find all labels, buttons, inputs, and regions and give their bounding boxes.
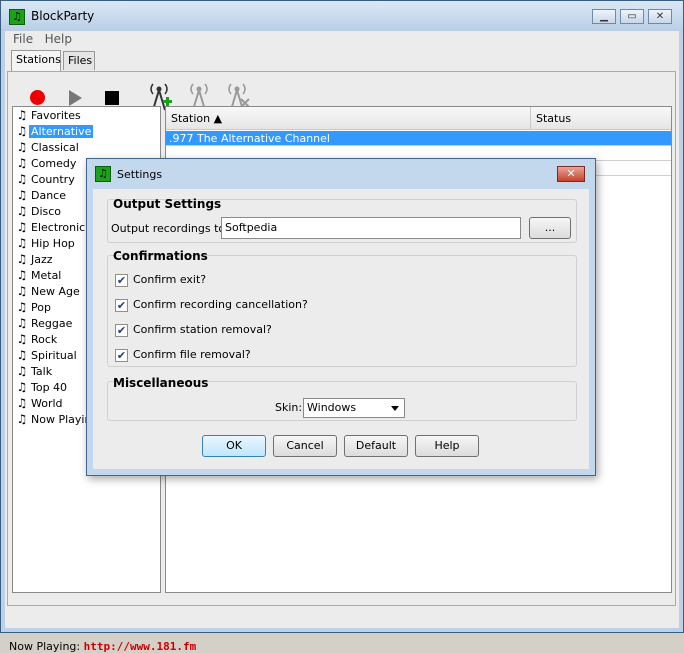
list-item[interactable]: ♫ Hip Hop (15, 235, 77, 251)
checkmark-icon: ✔ (115, 299, 128, 312)
dialog-body: Output Settings Output recordings to: So… (93, 189, 589, 469)
confirmations-heading: Confirmations (113, 249, 208, 263)
cancel-button[interactable]: Cancel (273, 435, 337, 457)
checkmark-icon: ✔ (115, 349, 128, 362)
output-path-input[interactable]: Softpedia (221, 217, 521, 239)
column-header-status[interactable]: Status (531, 107, 671, 130)
music-note-icon: ♫ (16, 204, 28, 218)
music-note-icon: ♫ (16, 252, 28, 266)
skin-select[interactable]: Windows (303, 398, 405, 418)
music-note-icon: ♫ (16, 396, 28, 410)
list-item[interactable]: ♫ Disco (15, 203, 63, 219)
minimize-button[interactable]: ▁ (592, 9, 616, 24)
list-item[interactable]: ♫ Comedy (15, 155, 78, 171)
list-item[interactable]: ♫ Jazz (15, 251, 55, 267)
list-item[interactable]: ♫ Top 40 (15, 379, 69, 395)
music-note-icon: ♫ (16, 364, 28, 378)
music-note-icon: ♫ (16, 412, 28, 426)
dialog-close-button[interactable]: ✕ (557, 166, 585, 182)
list-item[interactable]: ♫ Pop (15, 299, 53, 315)
music-note-icon: ♫ (9, 9, 25, 25)
tab-files[interactable]: Files (63, 51, 95, 70)
output-recordings-label: Output recordings to: (111, 222, 229, 235)
sort-ascending-icon: ▲ (213, 112, 223, 125)
music-note-icon: ♫ (16, 284, 28, 298)
checkmark-icon: ✔ (115, 324, 128, 337)
ok-button[interactable]: OK (202, 435, 266, 457)
menu-bar: File Help (9, 31, 76, 47)
window-title: BlockParty (31, 9, 95, 23)
skin-label: Skin: (275, 401, 303, 414)
play-icon (69, 90, 82, 106)
maximize-button[interactable]: ▭ (620, 9, 644, 24)
status-bar: Now Playing: http://www.181.fm (9, 640, 196, 653)
list-item[interactable]: ♫ Favorites (15, 107, 83, 123)
music-note-icon: ♫ (16, 316, 28, 330)
now-playing-label: Now Playing: (9, 640, 81, 653)
music-note-icon: ♫ (16, 140, 28, 154)
list-item[interactable]: ♫ Electronic (15, 219, 87, 235)
default-button[interactable]: Default (344, 435, 408, 457)
column-header-station[interactable]: Station ▲ (166, 107, 531, 130)
now-playing-url[interactable]: http://www.181.fm (84, 640, 197, 653)
station-cell: .977 The Alternative Channel (169, 132, 330, 145)
checkmark-icon: ✔ (115, 274, 128, 287)
music-note-icon: ♫ (95, 166, 111, 182)
dialog-title-bar[interactable]: ♫ Settings ✕ (87, 159, 595, 189)
list-item[interactable]: ♫ Talk (15, 363, 54, 379)
stop-icon (105, 91, 119, 105)
list-item[interactable]: ♫ Reggae (15, 315, 74, 331)
list-item[interactable]: ♫ Country (15, 171, 77, 187)
output-settings-heading: Output Settings (113, 197, 222, 211)
help-button[interactable]: Help (415, 435, 479, 457)
list-item[interactable]: ♫ Alternative (15, 123, 94, 139)
menu-file[interactable]: File (9, 31, 37, 47)
list-item[interactable]: ♫ Classical (15, 139, 81, 155)
list-item[interactable]: ♫ World (15, 395, 65, 411)
close-button[interactable]: ✕ (648, 9, 672, 24)
list-item[interactable]: ♫ Dance (15, 187, 68, 203)
browse-button[interactable]: ... (529, 217, 571, 239)
list-item[interactable]: ♫ Spiritual (15, 347, 79, 363)
miscellaneous-heading: Miscellaneous (113, 376, 209, 390)
table-row[interactable]: .977 The Alternative Channel (166, 131, 671, 146)
record-icon (30, 90, 45, 105)
music-note-icon: ♫ (16, 332, 28, 346)
menu-help[interactable]: Help (41, 31, 76, 47)
music-note-icon: ♫ (16, 156, 28, 170)
list-item[interactable]: ♫ Metal (15, 267, 63, 283)
skin-selected-value: Windows (307, 401, 357, 414)
list-item[interactable]: ♫ New Age (15, 283, 82, 299)
music-note-icon: ♫ (16, 380, 28, 394)
tab-stations[interactable]: Stations (11, 50, 61, 71)
music-note-icon: ♫ (16, 268, 28, 282)
music-note-icon: ♫ (16, 348, 28, 362)
music-note-icon: ♫ (16, 188, 28, 202)
music-note-icon: ♫ (16, 236, 28, 250)
music-note-icon: ♫ (16, 108, 28, 122)
music-note-icon: ♫ (16, 220, 28, 234)
chevron-down-icon (391, 406, 399, 411)
music-note-icon: ♫ (16, 172, 28, 186)
music-note-icon: ♫ (16, 300, 28, 314)
close-icon: ✕ (566, 167, 576, 180)
dialog-title: Settings (117, 168, 163, 181)
title-bar[interactable]: ♫ BlockParty ▁ ▭ ✕ (1, 1, 683, 31)
list-item[interactable]: ♫ Rock (15, 331, 59, 347)
settings-dialog: ♫ Settings ✕ Output Settings Output reco… (86, 158, 596, 476)
music-note-icon: ♫ (16, 124, 28, 138)
